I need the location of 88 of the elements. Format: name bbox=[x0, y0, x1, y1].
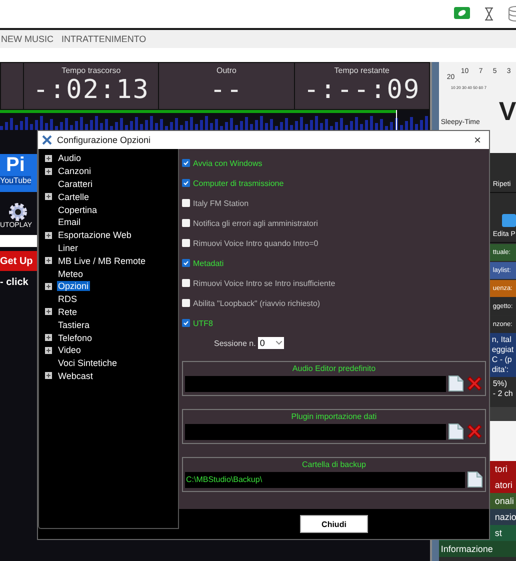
timer-label: Outro bbox=[216, 66, 236, 75]
meter-letter: V bbox=[498, 96, 516, 127]
timer-label: Tempo trascorso bbox=[62, 66, 121, 75]
category-item[interactable]: Informazione bbox=[438, 541, 516, 557]
expand-icon[interactable] bbox=[45, 372, 52, 380]
tag-icon[interactable] bbox=[454, 7, 470, 21]
tree-item[interactable]: Rete bbox=[57, 306, 78, 317]
banner-subtitle: YouTube bbox=[0, 176, 32, 185]
expand-icon[interactable] bbox=[45, 334, 52, 342]
expand-icon[interactable] bbox=[45, 257, 52, 264]
expand-icon[interactable] bbox=[45, 232, 52, 239]
tree-item[interactable]: Copertina bbox=[57, 204, 98, 215]
tree-item[interactable]: RDS bbox=[57, 294, 78, 304]
tree-item[interactable]: Audio bbox=[57, 153, 82, 164]
option-label: Rimuovi Voice Intro se Intro insufficiente bbox=[193, 278, 336, 288]
tree-item[interactable]: Liner bbox=[57, 242, 80, 253]
timer-value: -:02:13 bbox=[32, 75, 150, 105]
option-label: Avvia con Windows bbox=[193, 158, 262, 168]
checkbox[interactable] bbox=[182, 239, 190, 247]
detail-text: eggiat bbox=[492, 345, 514, 355]
tree-item[interactable]: Telefono bbox=[57, 332, 94, 343]
option-label: Computer di trasmissione bbox=[193, 178, 284, 188]
checkbox[interactable] bbox=[182, 299, 190, 307]
group-title: Audio Editor predefinito bbox=[291, 363, 377, 375]
tree-item[interactable]: Tastiera bbox=[57, 320, 91, 330]
close-button[interactable]: × bbox=[472, 133, 483, 147]
tree-item[interactable]: Meteo bbox=[57, 268, 84, 279]
expand-icon[interactable] bbox=[45, 168, 52, 175]
file-icon[interactable] bbox=[448, 375, 464, 392]
hourglass-icon[interactable] bbox=[484, 7, 494, 21]
alert-banner: Get Up bbox=[0, 251, 37, 271]
option-label: Italy FM Station bbox=[193, 198, 249, 208]
tree-item[interactable]: Canzoni bbox=[57, 166, 92, 176]
database-icon[interactable] bbox=[508, 6, 516, 22]
tree-item[interactable]: MB Live / MB Remote bbox=[57, 256, 147, 266]
expand-icon[interactable] bbox=[45, 193, 52, 200]
path-field[interactable] bbox=[185, 376, 446, 392]
tree-item[interactable]: Esportazione Web bbox=[57, 230, 132, 240]
timer-value: -- bbox=[210, 75, 244, 105]
checkbox[interactable] bbox=[182, 159, 190, 167]
checkbox[interactable] bbox=[182, 199, 190, 207]
input-strip bbox=[0, 235, 37, 247]
dialog-title: Configurazione Opzioni bbox=[57, 135, 152, 145]
tree-item[interactable]: Voci Sintetiche bbox=[57, 358, 118, 368]
folder-icon[interactable] bbox=[500, 212, 516, 228]
path-field[interactable]: C:\MBStudio\Backup\ bbox=[185, 472, 465, 488]
group-title: Cartella di backup bbox=[300, 459, 368, 471]
group-title: Plugin importazione dati bbox=[290, 411, 378, 423]
option-label: UTF8 bbox=[193, 318, 213, 328]
file-icon[interactable] bbox=[467, 471, 483, 488]
detail-text: C - (p bbox=[492, 355, 512, 365]
expand-icon[interactable] bbox=[45, 346, 52, 354]
checkbox[interactable] bbox=[182, 219, 190, 227]
path-field[interactable] bbox=[185, 424, 446, 440]
tree-item[interactable]: Video bbox=[57, 345, 82, 356]
stats-text: 5%) bbox=[492, 379, 508, 389]
tree-item[interactable]: Webcast bbox=[57, 370, 94, 381]
timer-value: -:--:09 bbox=[304, 75, 420, 105]
tree-item[interactable]: Email bbox=[57, 217, 82, 228]
menu-item[interactable]: NEW MUSIC bbox=[1, 34, 54, 44]
close-dialog-button[interactable]: Chiudi bbox=[300, 515, 368, 533]
file-icon[interactable] bbox=[448, 423, 464, 440]
banner-title: Pi bbox=[6, 154, 25, 176]
tree-item[interactable]: Opzioni bbox=[57, 281, 90, 292]
option-label: Abilita "Loopback" (riavvio richiesto) bbox=[193, 298, 320, 308]
checkbox[interactable] bbox=[182, 259, 190, 267]
checkbox[interactable] bbox=[182, 319, 190, 327]
timer-label: Tempo restante bbox=[334, 66, 390, 75]
checkbox[interactable] bbox=[182, 179, 190, 187]
checkbox[interactable] bbox=[182, 279, 190, 287]
detail-text: dita': bbox=[492, 365, 508, 375]
stats-text: - 2 ch bbox=[492, 389, 513, 399]
tree-item[interactable]: Caratteri bbox=[57, 178, 94, 189]
session-label: Sessione n. bbox=[214, 338, 256, 348]
option-label: Notifica gli errori agli amministratori bbox=[193, 218, 318, 228]
expand-icon[interactable] bbox=[45, 282, 52, 290]
tree-item[interactable]: Cartelle bbox=[57, 192, 90, 202]
gear-icon[interactable] bbox=[8, 202, 28, 222]
session-select[interactable]: 0 bbox=[258, 337, 284, 349]
detail-text: n, Ital bbox=[492, 335, 512, 345]
expand-icon[interactable] bbox=[45, 154, 52, 162]
chevron-icon bbox=[276, 341, 282, 345]
expand-icon[interactable] bbox=[45, 308, 52, 316]
option-label: Metadati bbox=[193, 258, 224, 268]
option-label: Rimuovi Voice Intro quando Intro=0 bbox=[193, 238, 318, 248]
tools-icon bbox=[41, 134, 53, 146]
hint-text: - click bbox=[0, 277, 28, 288]
menu-item[interactable]: INTRATTENIMENTO bbox=[62, 34, 146, 44]
